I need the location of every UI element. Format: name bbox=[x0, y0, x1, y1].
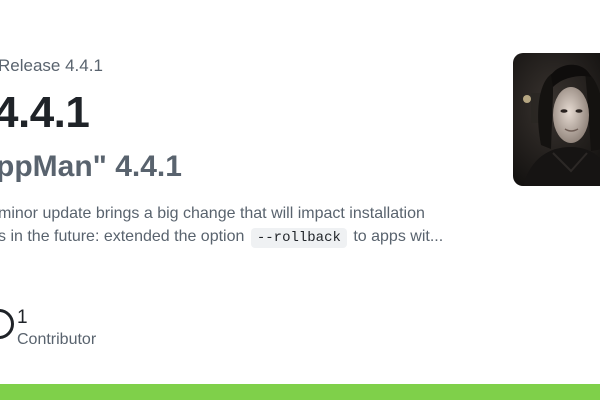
author-avatar[interactable] bbox=[513, 53, 600, 186]
release-name: ppMan" 4.4.1 bbox=[0, 150, 182, 183]
rollback-code-snippet: --rollback bbox=[250, 228, 347, 248]
release-card: Release 4.4.1 4.4.1 ppMan" 4.4.1 minor u… bbox=[0, 0, 600, 400]
description-text-before-code: s in the future: extended the option bbox=[0, 228, 245, 245]
description-line-1: minor update brings a big change that wi… bbox=[0, 205, 425, 222]
contributor-ring-icon bbox=[0, 309, 14, 339]
release-description: minor update brings a big change that wi… bbox=[0, 202, 478, 248]
breadcrumb[interactable]: Release 4.4.1 bbox=[0, 56, 103, 76]
description-text-after-code: to apps wit... bbox=[353, 228, 444, 245]
release-version-title: 4.4.1 bbox=[0, 88, 90, 137]
description-line-2: s in the future: extended the option --r… bbox=[0, 225, 478, 248]
contributor-label: Contributor bbox=[17, 331, 97, 348]
accent-bar bbox=[0, 384, 600, 400]
contributor-count: 1 bbox=[17, 307, 28, 328]
avatar-photo bbox=[513, 53, 600, 186]
